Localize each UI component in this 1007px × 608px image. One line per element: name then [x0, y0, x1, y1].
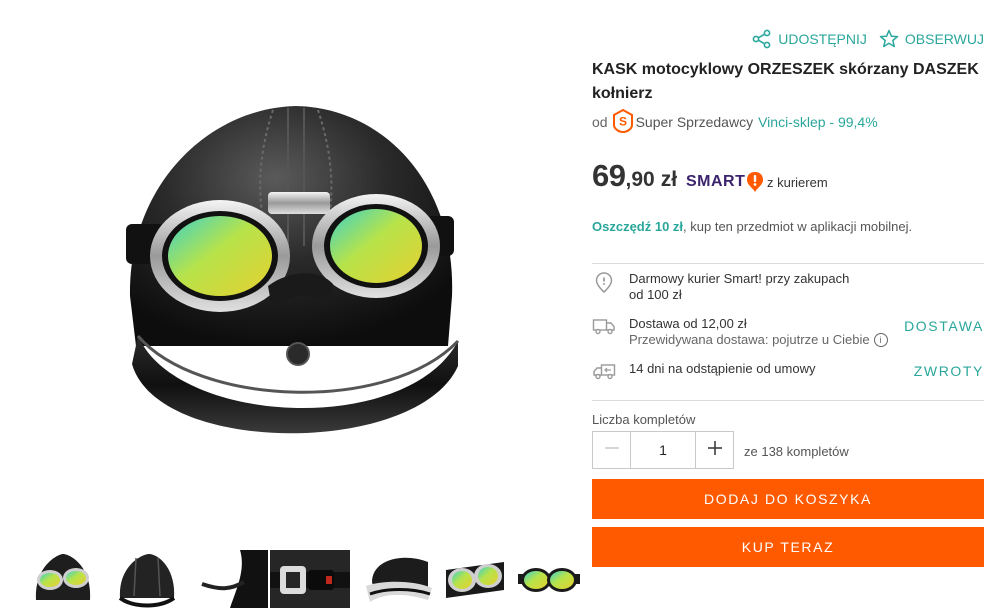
thumbnail-3[interactable] [200, 550, 268, 608]
thumbnail-1[interactable] [30, 550, 96, 608]
return-truck-icon [592, 361, 616, 381]
truck-icon [592, 316, 616, 348]
seller-link[interactable]: Vinci-sklep - 99,4% [758, 114, 878, 130]
returns-text: 14 dni na odstąpienie od umowy [629, 361, 816, 376]
smart-exclamation-icon [745, 171, 764, 193]
watch-button[interactable]: OBSERWUJ [879, 29, 984, 49]
smart-label: SMART [686, 173, 746, 190]
price-integer: 69 [592, 158, 626, 193]
savings-amount: Oszczędź 10 zł [592, 219, 684, 234]
divider [592, 400, 984, 401]
price-decimal: ,90 [625, 168, 655, 191]
star-icon [879, 29, 899, 49]
watch-label: OBSERWUJ [904, 31, 984, 47]
location-pin-icon [592, 271, 616, 303]
delivery-cost: Dostawa od 12,00 zł [629, 316, 747, 331]
thumbnail-2[interactable] [114, 550, 180, 608]
super-seller-label: Super Sprzedawcy [635, 114, 754, 130]
main-product-image[interactable] [118, 96, 466, 462]
thumbnail-5[interactable] [362, 550, 432, 608]
free-shipping-line1: Darmowy kurier Smart! przy zakupach [629, 271, 850, 286]
divider [592, 263, 984, 264]
smart-badge[interactable]: SMART [686, 171, 764, 193]
share-icon [752, 29, 772, 49]
product-title: KASK motocyklowy ORZESZEK skórzany DASZE… [592, 61, 979, 102]
thumbnail-7[interactable] [518, 550, 580, 608]
price: 69 ,90 zł [592, 158, 677, 198]
super-seller-badge-icon: S [612, 108, 634, 136]
decrease-quantity-button[interactable] [593, 432, 630, 468]
top-actions: UDOSTĘPNIJ OBSERWUJ [752, 28, 984, 50]
courier-text: z kurierem [767, 175, 828, 190]
share-label: UDOSTĘPNIJ [778, 31, 867, 47]
delivery-estimate: Przewidywana dostawa: pojutrze u Ciebie [629, 332, 870, 347]
increase-quantity-button[interactable] [696, 432, 733, 468]
mobile-savings: Oszczędź 10 zł, kup ten przedmiot w apli… [592, 219, 912, 234]
thumbnail-strip [30, 550, 580, 608]
info-icon[interactable]: i [873, 333, 888, 347]
thumbnail-4[interactable] [270, 550, 350, 608]
seller-info: od S Super Sprzedawcy Vinci-sklep - 99,4… [592, 108, 878, 136]
add-to-cart-button[interactable]: DODAJ DO KOSZYKA [592, 479, 984, 519]
quantity-label: Liczba kompletów [592, 412, 696, 427]
price-currency: zł [660, 168, 678, 191]
quantity-stepper [592, 431, 734, 469]
minus-icon [604, 440, 620, 461]
seller-prefix: od [592, 114, 608, 130]
share-button[interactable]: UDOSTĘPNIJ [752, 29, 867, 49]
plus-icon [707, 440, 723, 461]
buy-now-button[interactable]: KUP TERAZ [592, 527, 984, 567]
product-info-panel: UDOSTĘPNIJ OBSERWUJ KASK motocyklowy ORZ… [592, 0, 987, 608]
free-shipping-line2: od 100 zł [629, 287, 682, 302]
thumbnail-6[interactable] [444, 550, 506, 608]
delivery-link[interactable]: DOSTAWA [904, 318, 984, 334]
quantity-available: ze 138 kompletów [744, 444, 849, 459]
returns-link[interactable]: ZWROTY [914, 363, 984, 379]
savings-text: , kup ten przedmiot w aplikacji mobilnej… [683, 219, 913, 234]
svg-text:S: S [619, 114, 627, 128]
free-shipping-info: Darmowy kurier Smart! przy zakupach od 1… [592, 271, 984, 303]
quantity-input[interactable] [630, 432, 696, 468]
